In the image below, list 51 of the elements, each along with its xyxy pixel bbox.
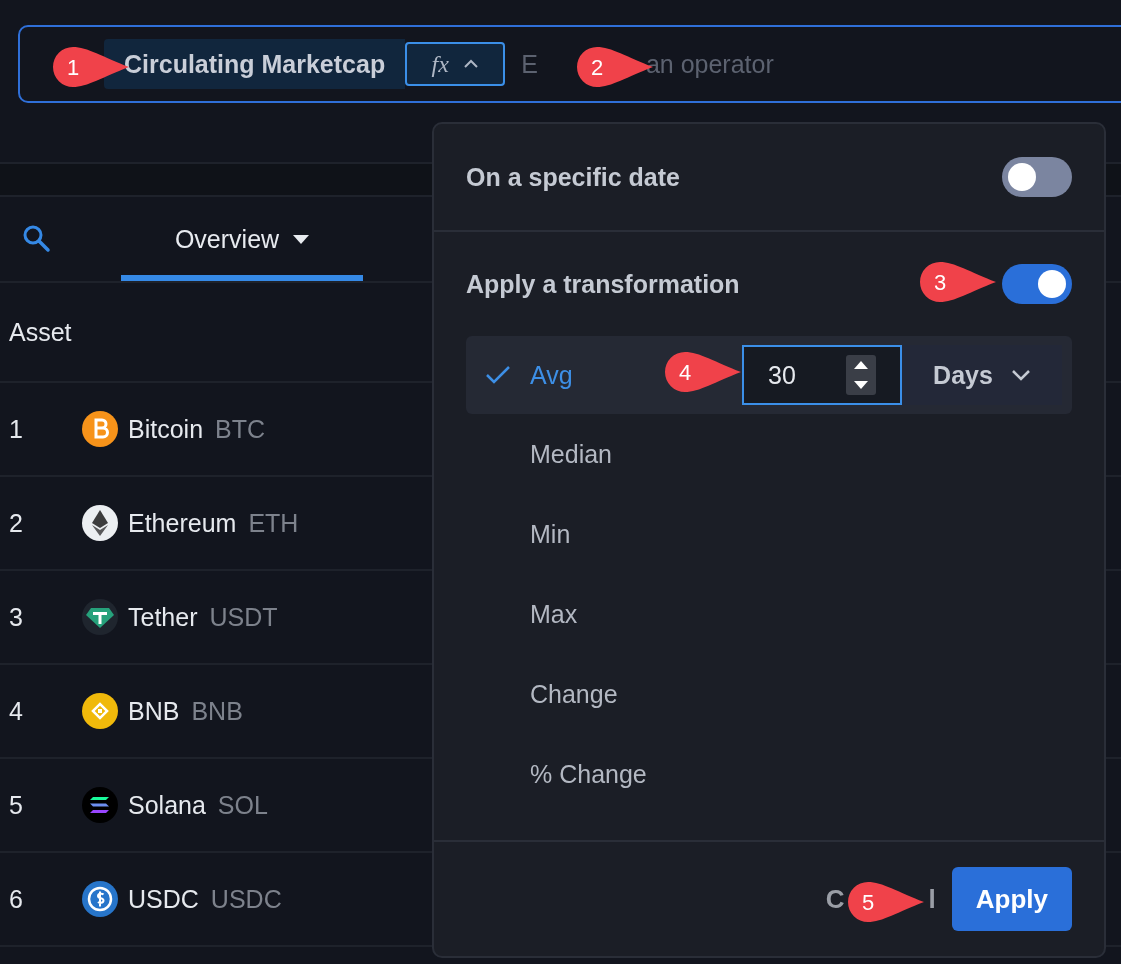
transform-option[interactable]: Change xyxy=(466,654,1072,734)
usdc-icon xyxy=(82,881,118,917)
asset-name: Ethereum xyxy=(128,508,237,538)
rank-cell-text: 2 xyxy=(9,508,24,538)
asset-symbol: ETH xyxy=(248,508,299,538)
chevron-up-icon xyxy=(462,59,479,69)
operator-placeholder: E xyxy=(521,49,538,79)
metric-chip[interactable]: Circulating Marketcap xyxy=(104,39,406,89)
column-header: Asset xyxy=(9,317,73,347)
tether-icon xyxy=(82,599,118,635)
apply-button[interactable]: Apply xyxy=(951,867,1072,931)
rank-cell-text: 6 xyxy=(9,884,24,914)
overview-tab[interactable]: Overview xyxy=(121,197,363,281)
callout-marker: 5 xyxy=(846,880,926,924)
operator-placeholder: an operator xyxy=(645,49,774,79)
rank-cell-text: 4 xyxy=(9,696,24,726)
transform-option[interactable]: Median xyxy=(466,414,1072,494)
solana-icon xyxy=(82,787,118,823)
asset-name: Tether xyxy=(128,602,198,632)
chevron-down-icon xyxy=(1010,369,1031,381)
asset-symbol: USDC xyxy=(210,884,282,914)
caret-icon xyxy=(293,234,310,244)
asset-name: BNB xyxy=(128,696,180,726)
unit-dropdown[interactable]: Days xyxy=(902,345,1062,405)
asset-symbol: SOL xyxy=(217,790,268,820)
asset-symbol: USDT xyxy=(209,602,278,632)
rank-cell-text: 5 xyxy=(9,790,24,820)
transform-option[interactable]: Min xyxy=(466,494,1072,574)
function-button[interactable]: fx xyxy=(405,42,506,86)
bnb-icon xyxy=(82,693,118,729)
toggle-label: On a specific date xyxy=(466,162,680,192)
toggle-switch[interactable] xyxy=(1002,264,1072,304)
bitcoin-icon xyxy=(82,411,118,447)
asset-symbol: BTC xyxy=(215,414,266,444)
search-icon xyxy=(22,224,52,254)
spinner-icon[interactable] xyxy=(846,355,876,395)
rank-cell-text: 3 xyxy=(9,602,24,632)
asset-symbol: BNB xyxy=(191,696,243,726)
period-input[interactable]: 30 xyxy=(742,345,902,405)
asset-name: USDC xyxy=(128,884,199,914)
asset-name: Bitcoin xyxy=(128,414,204,444)
toggle-label: Apply a transformation xyxy=(466,269,740,299)
toggle-switch[interactable] xyxy=(1002,157,1072,197)
asset-name: Solana xyxy=(128,790,206,820)
rank-cell-text: 1 xyxy=(9,414,24,444)
ethereum-icon xyxy=(82,505,118,541)
callout-marker: 4 xyxy=(663,350,743,394)
transform-option[interactable]: % Change xyxy=(466,734,1072,814)
check-icon xyxy=(484,364,512,386)
transform-option[interactable]: Max xyxy=(466,574,1072,654)
callout-marker: 3 xyxy=(918,260,998,304)
